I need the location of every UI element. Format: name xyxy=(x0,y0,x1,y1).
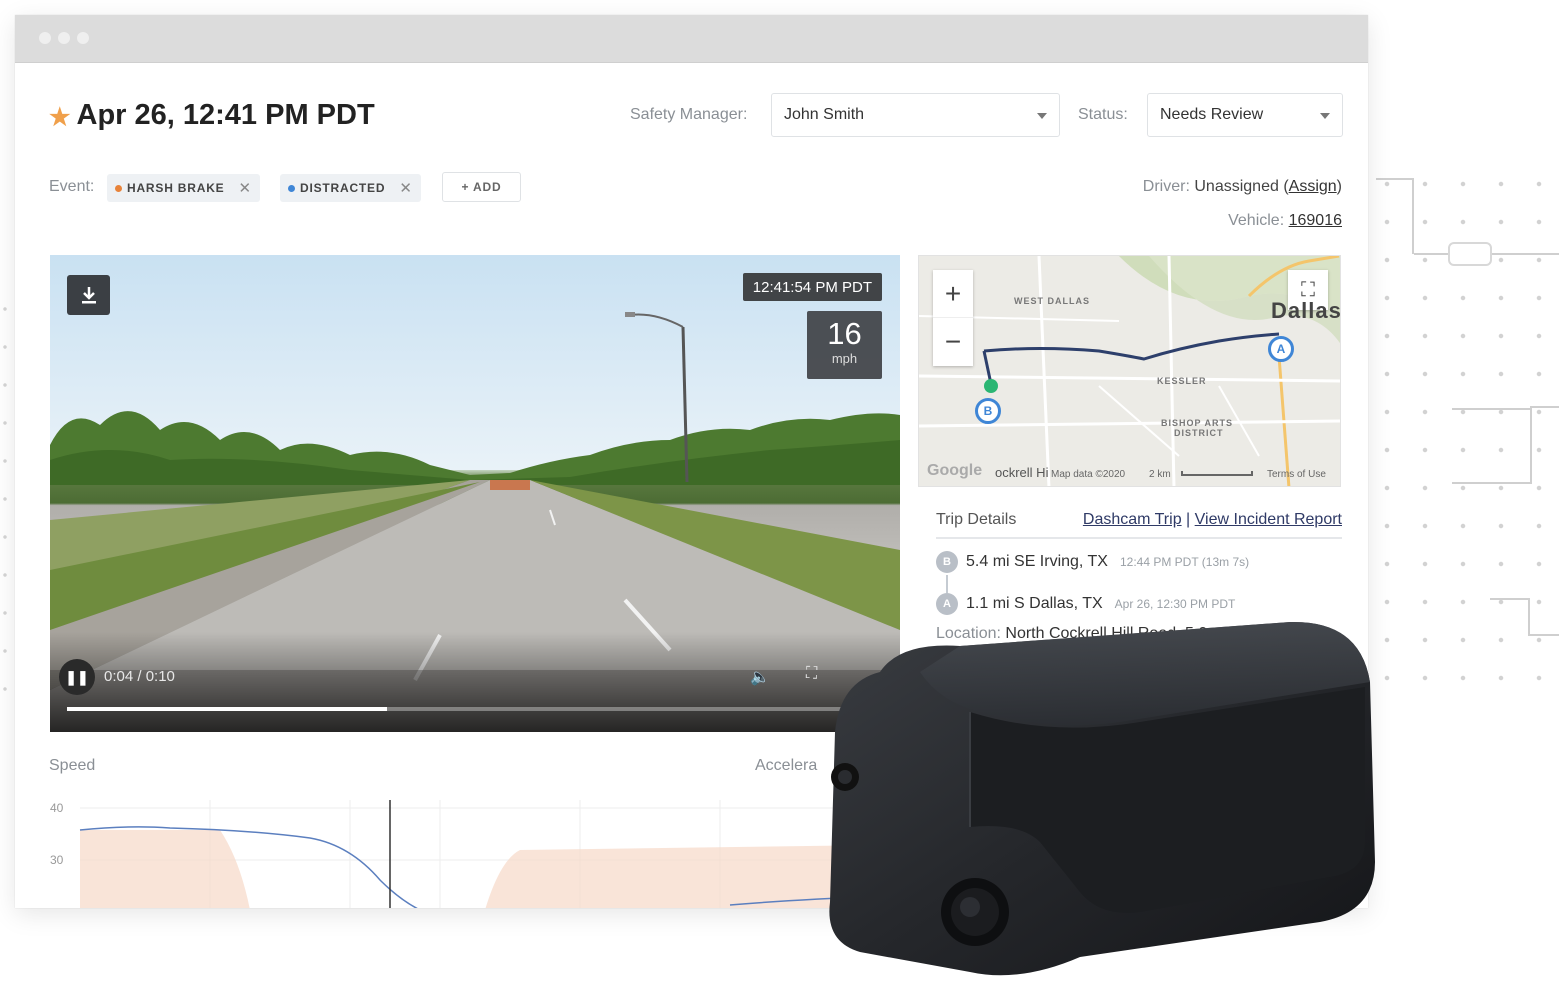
vehicle-info: Vehicle: 169016 xyxy=(1228,212,1342,230)
map-label-district: DISTRICT xyxy=(1174,428,1224,438)
driver-label: Driver: xyxy=(1142,178,1190,195)
map-terms-link[interactable]: Terms of Use xyxy=(1267,469,1326,480)
safety-manager-value: John Smith xyxy=(784,106,865,123)
view-incident-report-link[interactable]: View Incident Report xyxy=(1195,511,1342,528)
video-progress-bar[interactable] xyxy=(67,707,867,711)
street-lamp-icon xyxy=(625,312,689,483)
status-label: Status: xyxy=(1078,106,1128,123)
driver-value: Unassigned xyxy=(1194,178,1279,195)
dashcam-video[interactable]: 12:41:54 PM PDT 16 mph ❚❚ 0:04 / 0:10 🔈 … xyxy=(50,255,900,732)
map-label-bishop-arts: BISHOP ARTS xyxy=(1161,418,1234,428)
truck-icon xyxy=(1448,242,1492,266)
vehicle-link[interactable]: 169016 xyxy=(1289,212,1342,229)
map-scale-bar xyxy=(1181,471,1253,476)
event-tag-distracted[interactable]: DISTRACTED ✕ xyxy=(280,174,421,202)
speed-overlay: 16 mph xyxy=(807,311,882,379)
circuit-line xyxy=(1530,406,1559,408)
map-marker-b[interactable]: B xyxy=(975,398,1001,424)
trip-stop-b: B 5.4 mi SE Irving, TX 12:44 PM PDT (13m… xyxy=(936,551,1249,573)
map-attribution: Map data ©2020 xyxy=(1051,469,1126,480)
safety-manager-label: Safety Manager: xyxy=(630,106,748,123)
video-progress-fill xyxy=(67,707,387,711)
remove-tag-icon[interactable]: ✕ xyxy=(399,179,412,197)
window-dot xyxy=(39,32,51,44)
star-icon[interactable]: ★ xyxy=(49,103,71,132)
zoom-out-button[interactable]: − xyxy=(933,318,973,366)
stop-detail: Apr 26, 12:30 PM PDT xyxy=(1114,597,1236,611)
trip-details-header: Trip Details Dashcam Trip | View Inciden… xyxy=(936,509,1342,539)
window-dot xyxy=(58,32,70,44)
stop-place: 1.1 mi S Dallas, TX xyxy=(966,595,1103,612)
circuit-line xyxy=(1452,408,1532,484)
speed-value: 16 xyxy=(827,316,862,351)
pause-icon: ❚❚ xyxy=(65,668,89,685)
circuit-line xyxy=(1376,178,1414,254)
add-event-button[interactable]: + ADD xyxy=(442,172,521,202)
video-timestamp: 12:41:54 PM PDT xyxy=(742,273,882,301)
video-controls-gradient xyxy=(50,632,900,732)
status-select[interactable]: Needs Review xyxy=(1147,93,1343,137)
stage: ★ Apr 26, 12:41 PM PDT Safety Manager: J… xyxy=(0,0,1559,983)
speed-unit: mph xyxy=(831,351,858,366)
pause-button[interactable]: ❚❚ xyxy=(59,659,95,695)
harsh-brake-dot-icon xyxy=(115,184,122,192)
vehicle-label: Vehicle: xyxy=(1228,212,1285,229)
chevron-down-icon xyxy=(1037,113,1047,119)
safety-manager-select[interactable]: John Smith xyxy=(771,93,1060,137)
volume-icon[interactable]: 🔈 xyxy=(750,667,770,687)
trip-map[interactable]: + − ⛶ WEST DALLAS KESSLER BISHOP ARTS DI… xyxy=(918,255,1341,487)
link-separator: | xyxy=(1186,511,1191,528)
map-label-dallas: Dallas xyxy=(1271,298,1341,323)
trip-pin-b: B xyxy=(936,551,958,573)
map-label-west-dallas: WEST DALLAS xyxy=(1014,296,1090,306)
dashcam-device xyxy=(829,621,1375,976)
chevron-down-icon xyxy=(1320,113,1330,119)
dashcam-trip-link[interactable]: Dashcam Trip xyxy=(1083,511,1182,528)
title-bar xyxy=(15,15,1368,63)
speed-chart-title: Speed xyxy=(49,757,96,774)
event-tag-harsh-brake[interactable]: HARSH BRAKE ✕ xyxy=(107,174,260,202)
fullscreen-icon[interactable]: ⛶ xyxy=(806,665,817,683)
tag-label: HARSH BRAKE xyxy=(127,181,225,195)
trip-details-title: Trip Details xyxy=(936,511,1017,528)
stop-detail: 12:44 PM PDT (13m 7s) xyxy=(1119,555,1250,569)
map-zoom-control: + − xyxy=(933,270,973,366)
map-google-logo: Google xyxy=(927,462,983,479)
zoom-in-button[interactable]: + xyxy=(933,270,973,318)
map-marker-a[interactable]: A xyxy=(1268,336,1294,362)
window-dot xyxy=(77,32,89,44)
event-datetime: Apr 26, 12:41 PM PDT xyxy=(76,99,375,131)
video-trees xyxy=(50,411,900,485)
map-streets xyxy=(919,256,1340,486)
y-tick: 30 xyxy=(50,853,64,867)
video-time: 0:04 / 0:10 xyxy=(104,668,175,685)
assign-link[interactable]: Assign xyxy=(1289,178,1337,195)
status-value: Needs Review xyxy=(1160,106,1264,123)
distracted-dot-icon xyxy=(288,184,295,192)
download-icon xyxy=(81,287,96,304)
map-label-kessler: KESSLER xyxy=(1157,376,1207,386)
page-title: ★ Apr 26, 12:41 PM PDT xyxy=(49,99,375,132)
tag-label: DISTRACTED xyxy=(300,181,386,195)
trip-links: Dashcam Trip | View Incident Report xyxy=(1083,511,1342,529)
speed-chart: 40 30 xyxy=(50,800,880,908)
map-scale: 2 km xyxy=(1149,469,1171,480)
driver-info: Driver: Unassigned (Assign) xyxy=(1142,178,1342,195)
background-dots-left xyxy=(0,290,10,720)
circuit-line xyxy=(1490,598,1530,636)
download-button[interactable] xyxy=(67,275,110,315)
stop-place: 5.4 mi SE Irving, TX xyxy=(966,553,1108,570)
remove-tag-icon[interactable]: ✕ xyxy=(238,179,251,197)
event-label: Event: xyxy=(49,178,95,195)
map-street-label: ockrell Hi xyxy=(995,465,1049,480)
circuit-line xyxy=(1530,634,1559,636)
acceleration-chart-title: Accelera xyxy=(755,757,818,774)
stop-connector xyxy=(946,575,948,593)
y-tick: 40 xyxy=(50,801,64,815)
